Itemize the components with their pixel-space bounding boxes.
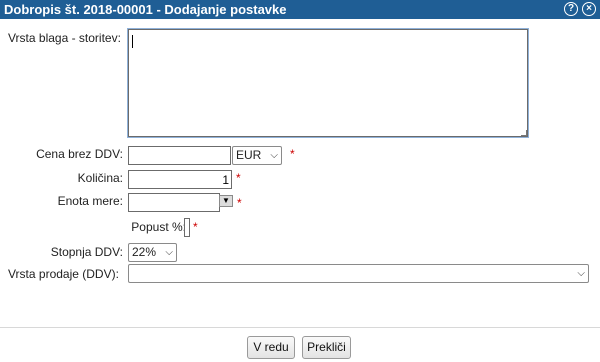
unit-input[interactable] (128, 193, 220, 212)
chevron-down-icon: ⌵ (165, 247, 173, 258)
ok-button[interactable]: V redu (247, 336, 295, 359)
price-input[interactable] (128, 146, 231, 165)
discount-label: Popust %: (131, 220, 186, 234)
item-textarea[interactable] (127, 28, 529, 138)
currency-select[interactable]: EUR ⌵ (232, 146, 282, 165)
quantity-input[interactable] (128, 170, 232, 189)
quantity-label: Količina: (77, 171, 123, 185)
required-mark: * (236, 171, 241, 185)
sale-type-label: Vrsta prodaje (DDV): (8, 267, 119, 281)
dialog-title: Dobropis št. 2018-00001 - Dodajanje post… (4, 2, 287, 17)
chevron-down-icon: ⌵ (270, 150, 278, 161)
price-label: Cena brez DDV: (36, 147, 123, 161)
dropdown-arrow-icon[interactable]: ▼ (219, 195, 233, 207)
text-caret (132, 35, 133, 48)
required-mark: * (237, 196, 242, 210)
item-label: Vrsta blaga - storitev: (8, 31, 121, 45)
currency-value: EUR (236, 148, 262, 162)
required-mark: * (290, 147, 295, 161)
dialog-titlebar: Dobropis št. 2018-00001 - Dodajanje post… (0, 0, 600, 19)
close-icon[interactable]: × (582, 2, 596, 16)
cancel-button[interactable]: Prekliči (302, 336, 351, 359)
chevron-down-icon: ⌵ (577, 268, 585, 279)
discount-input[interactable] (184, 218, 190, 237)
vat-rate-select[interactable]: 22% ⌵ (128, 243, 177, 262)
vat-rate-value: 22% (132, 245, 157, 259)
footer-divider (0, 327, 600, 328)
sale-type-select[interactable]: ⌵ (128, 264, 589, 283)
help-icon[interactable]: ? (564, 2, 578, 16)
unit-label: Enota mere: (57, 194, 123, 208)
vat-rate-label: Stopnja DDV: (50, 245, 123, 259)
required-mark: * (193, 220, 198, 234)
resize-grip-icon[interactable] (521, 130, 527, 136)
